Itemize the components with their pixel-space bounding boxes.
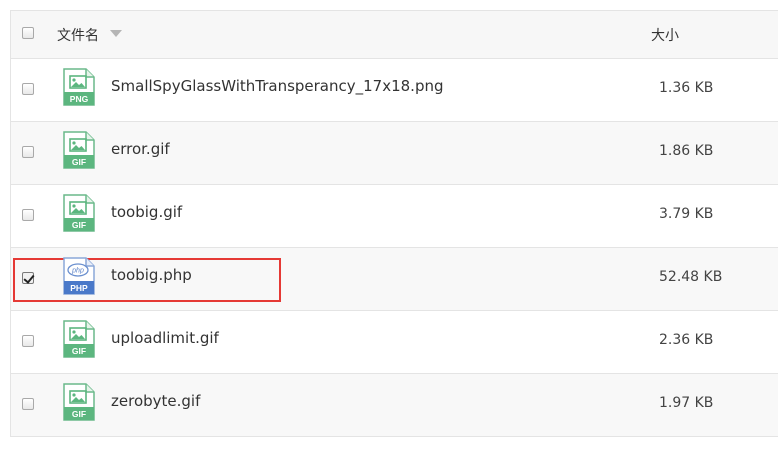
row-checkbox[interactable] xyxy=(22,398,34,410)
php-glyph: php xyxy=(71,268,84,275)
row-checkbox[interactable] xyxy=(22,335,34,347)
file-name-link[interactable]: uploadlimit.gif xyxy=(111,329,219,347)
table-header: 文件名 大小 xyxy=(11,11,778,59)
image-file-icon: PNG xyxy=(63,68,95,106)
file-type-badge: PNG xyxy=(70,94,89,104)
table-row[interactable]: GIF zerobyte.gif 1.97 KB xyxy=(11,374,778,436)
file-name-link[interactable]: toobig.php xyxy=(111,266,192,284)
image-file-icon: GIF xyxy=(63,194,95,232)
table-row[interactable]: GIF error.gif 1.86 KB xyxy=(11,122,778,185)
row-checkbox[interactable] xyxy=(22,146,34,158)
sort-down-icon[interactable] xyxy=(110,30,122,37)
file-name-link[interactable]: error.gif xyxy=(111,140,170,158)
row-checkbox[interactable] xyxy=(22,83,34,95)
file-size: 52.48 KB xyxy=(659,269,723,285)
file-size: 2.36 KB xyxy=(659,332,714,348)
image-file-icon: GIF xyxy=(63,383,95,421)
column-header-size[interactable]: 大小 xyxy=(651,25,679,45)
table-row-selected[interactable]: php PHP toobig.php 52.48 KB xyxy=(11,248,778,311)
file-size: 3.79 KB xyxy=(659,206,714,222)
file-type-badge: GIF xyxy=(72,346,86,356)
table-row[interactable]: GIF uploadlimit.gif 2.36 KB xyxy=(11,311,778,374)
file-type-badge: GIF xyxy=(72,220,86,230)
file-type-badge: GIF xyxy=(72,409,86,419)
file-type-badge: GIF xyxy=(72,157,86,167)
file-name-link[interactable]: SmallSpyGlassWithTransperancy_17x18.png xyxy=(111,77,444,95)
file-name-link[interactable]: zerobyte.gif xyxy=(111,392,200,410)
image-file-icon: GIF xyxy=(63,131,95,169)
image-file-icon: GIF xyxy=(63,320,95,358)
row-checkbox[interactable] xyxy=(22,209,34,221)
file-size: 1.97 KB xyxy=(659,395,714,411)
file-name-link[interactable]: toobig.gif xyxy=(111,203,182,221)
file-list-table: 文件名 大小 PNG SmallSpyGlassWithTransperancy… xyxy=(10,10,778,437)
row-checkbox-checked[interactable] xyxy=(22,272,34,284)
file-type-badge: PHP xyxy=(70,283,88,293)
table-row[interactable]: GIF toobig.gif 3.79 KB xyxy=(11,185,778,248)
file-size: 1.86 KB xyxy=(659,143,714,159)
file-size: 1.36 KB xyxy=(659,80,714,96)
select-all-checkbox[interactable] xyxy=(22,27,34,39)
table-row[interactable]: PNG SmallSpyGlassWithTransperancy_17x18.… xyxy=(11,59,778,122)
column-header-name[interactable]: 文件名 xyxy=(57,25,99,45)
php-file-icon: php PHP xyxy=(63,257,95,295)
